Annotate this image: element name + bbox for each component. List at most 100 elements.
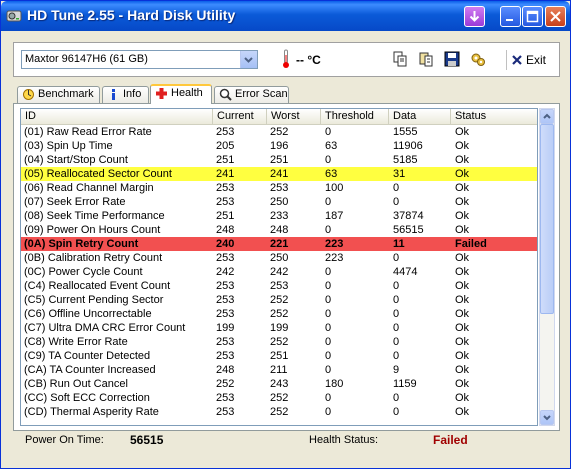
cell-id: (03) Spin Up Time — [24, 140, 113, 152]
options-icon[interactable] — [470, 51, 486, 67]
tab-info-label: Info — [123, 88, 142, 100]
scroll-up-button[interactable] — [540, 109, 554, 124]
table-row[interactable]: (C7) Ultra DMA CRC Error Count 199 199 0 0 Ok — [21, 321, 537, 335]
cell-worst: 251 — [270, 154, 289, 166]
cell-id: (C6) Offline Uncorrectable — [24, 308, 152, 320]
table-row[interactable]: (03) Spin Up Time 205 196 63 11906 Ok — [21, 139, 537, 153]
copy-all-icon[interactable] — [418, 51, 434, 67]
col-worst-header[interactable]: Worst — [267, 109, 321, 124]
tab-benchmark[interactable]: Benchmark — [17, 86, 100, 103]
table-row[interactable]: (C4) Reallocated Event Count 253 253 0 0 Ok — [21, 279, 537, 293]
cell-current: 253 — [216, 308, 235, 320]
cell-threshold: 0 — [325, 266, 332, 278]
maximize-button[interactable] — [522, 6, 543, 27]
col-current-header[interactable]: Current — [213, 109, 267, 124]
toolbar-separator — [506, 50, 507, 70]
cell-current: 253 — [216, 336, 235, 348]
cell-worst: 211 — [270, 364, 288, 376]
cell-data: 56515 — [393, 224, 424, 236]
col-id-header[interactable]: ID — [21, 109, 213, 124]
cell-worst: 253 — [270, 280, 289, 292]
cell-status: Ok — [455, 168, 470, 180]
cell-id: (05) Reallocated Sector Count — [24, 168, 172, 180]
exit-button[interactable]: Exit — [512, 53, 546, 67]
cell-id: (C5) Current Pending Sector — [24, 294, 164, 306]
cell-status: Ok — [455, 182, 470, 194]
cell-worst: 248 — [270, 224, 289, 236]
toolbar: Maxtor 96147H6 (61 GB) -- °C Exit — [13, 42, 560, 77]
cell-id: (CC) Soft ECC Correction — [24, 392, 150, 404]
scroll-down-button[interactable] — [540, 410, 554, 425]
table-row[interactable]: (06) Read Channel Margin 253 253 100 0 Ok — [21, 181, 537, 195]
drive-select-value: Maxtor 96147H6 (61 GB) — [25, 53, 148, 65]
copy-icon[interactable] — [392, 51, 408, 67]
cell-data: 0 — [393, 336, 400, 348]
cell-current: 248 — [216, 364, 235, 376]
smart-table: ID Current Worst Threshold Data Status (… — [20, 108, 538, 426]
table-row[interactable]: (08) Seek Time Performance 251 233 187 37874… — [21, 209, 537, 223]
cell-worst: 221 — [270, 238, 289, 250]
table-row[interactable]: (01) Raw Read Error Rate 253 252 0 1555 Ok — [21, 125, 537, 139]
tab-info[interactable]: Info — [102, 86, 149, 103]
cell-id: (0A) Spin Retry Count — [24, 238, 139, 250]
cell-status: Ok — [455, 126, 470, 138]
cell-id: (C8) Write Error Rate — [24, 336, 128, 348]
download-button[interactable] — [464, 6, 485, 27]
cell-threshold: 0 — [325, 196, 332, 208]
cell-status: Ok — [455, 224, 470, 236]
table-row[interactable]: (CB) Run Out Cancel 252 243 180 1159 Ok — [21, 377, 537, 391]
table-row[interactable]: (C6) Offline Uncorrectable 253 252 0 0 Ok — [21, 307, 537, 321]
cell-data: 0 — [393, 350, 400, 362]
col-data-header[interactable]: Data — [389, 109, 451, 124]
table-row[interactable]: (0A) Spin Retry Count 240 221 223 11 Failed — [21, 237, 537, 251]
cell-current: 253 — [216, 280, 235, 292]
table-row[interactable]: (CD) Thermal Asperity Rate 253 252 0 0 Ok — [21, 405, 537, 419]
table-row[interactable]: (CC) Soft ECC Correction 253 252 0 0 Ok — [21, 391, 537, 405]
cell-data: 0 — [393, 252, 400, 264]
cell-current: 253 — [216, 350, 235, 362]
col-status-header[interactable]: Status — [451, 109, 537, 124]
cell-id: (0B) Calibration Retry Count — [24, 252, 163, 264]
table-row[interactable]: (C8) Write Error Rate 253 252 0 0 Ok — [21, 335, 537, 349]
power-on-label: Power On Time: — [25, 434, 104, 446]
cell-threshold: 100 — [325, 182, 344, 194]
vertical-scrollbar[interactable] — [539, 108, 555, 426]
close-icon — [550, 11, 561, 22]
cell-threshold: 0 — [325, 350, 332, 362]
chevron-down-icon[interactable] — [240, 51, 257, 68]
cell-data: 9 — [393, 364, 400, 376]
cell-threshold: 0 — [325, 280, 332, 292]
cell-threshold: 0 — [325, 392, 332, 404]
close-button[interactable] — [545, 6, 566, 27]
table-row[interactable]: (C9) TA Counter Detected 253 251 0 0 Ok — [21, 349, 537, 363]
chevron-down-icon — [543, 415, 551, 421]
table-row[interactable]: (C5) Current Pending Sector 253 252 0 0 Ok — [21, 293, 537, 307]
title-bar[interactable]: HD Tune 2.55 - Hard Disk Utility — [1, 1, 570, 31]
table-row[interactable]: (07) Seek Error Rate 253 250 0 0 Ok — [21, 195, 537, 209]
scroll-thumb[interactable] — [540, 124, 554, 314]
tab-error-scan[interactable]: Error Scan — [214, 86, 289, 103]
cell-threshold: 0 — [325, 294, 332, 306]
table-row[interactable]: (CA) TA Counter Increased 248 211 0 9 Ok — [21, 363, 537, 377]
table-row[interactable]: (05) Reallocated Sector Count 241 241 63 31 O… — [21, 167, 537, 181]
cell-threshold: 0 — [325, 154, 332, 166]
table-row[interactable]: (0B) Calibration Retry Count 253 250 223 0 Ok — [21, 251, 537, 265]
cell-status: Ok — [455, 210, 470, 222]
cell-current: 253 — [216, 252, 235, 264]
cell-threshold: 0 — [325, 336, 332, 348]
cell-status: Ok — [455, 294, 470, 306]
tab-health[interactable]: Health — [150, 84, 212, 104]
cell-status: Ok — [455, 350, 470, 362]
cell-status: Ok — [455, 252, 470, 264]
cell-id: (CD) Thermal Asperity Rate — [24, 406, 159, 418]
cell-id: (C4) Reallocated Event Count — [24, 280, 171, 292]
table-row[interactable]: (09) Power On Hours Count 248 248 0 56515 Ok — [21, 223, 537, 237]
table-row[interactable]: (04) Start/Stop Count 251 251 0 5185 Ok — [21, 153, 537, 167]
cell-worst: 252 — [270, 406, 289, 418]
cell-worst: 250 — [270, 252, 289, 264]
col-threshold-header[interactable]: Threshold — [321, 109, 389, 124]
table-row[interactable]: (0C) Power Cycle Count 242 242 0 4474 Ok — [21, 265, 537, 279]
minimize-button[interactable] — [500, 6, 521, 27]
drive-select[interactable]: Maxtor 96147H6 (61 GB) — [21, 50, 258, 69]
save-icon[interactable] — [444, 51, 460, 67]
